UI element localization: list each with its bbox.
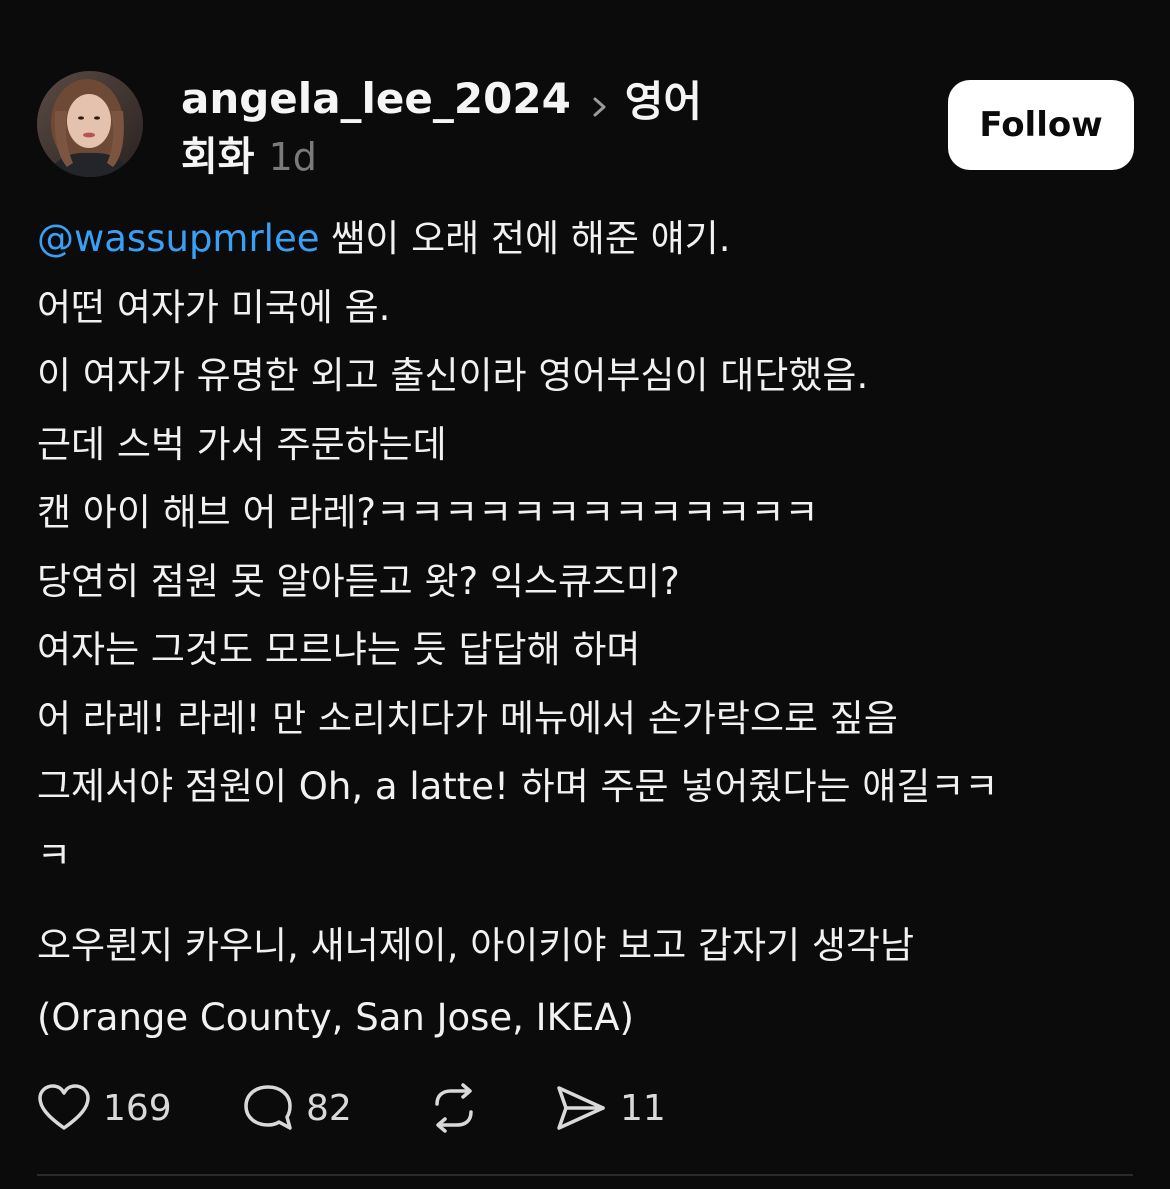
topic-tag[interactable]: 영어 — [625, 68, 702, 129]
post-line-text: 쌤이 오래 전에 해준 얘기. — [319, 217, 731, 260]
like-button[interactable]: 169 — [37, 1078, 172, 1138]
follow-button[interactable]: Follow — [948, 80, 1134, 170]
repost-icon — [435, 1083, 473, 1133]
topic-tag-continued[interactable]: 회화 — [181, 124, 255, 182]
post-line: 당연히 점원 못 알아듣고 왓? 익스큐즈미? — [37, 559, 680, 603]
chevron-right-icon — [589, 83, 611, 117]
mention-link[interactable]: @wassupmrlee — [37, 217, 320, 260]
post-line: 오우륀지 카우니, 새너제이, 아이키야 보고 갑자기 생각남 — [37, 924, 915, 967]
share-count: 11 — [620, 1087, 666, 1129]
action-bar: 169 82 11 — [37, 1078, 737, 1138]
cropped-top-decoration: • • • • — [470, 0, 700, 6]
post-line: (Orange County, San Jose, IKEA) — [37, 996, 634, 1039]
send-icon — [557, 1086, 605, 1130]
post-line: @wassupmrlee 쌤이 오래 전에 해준 얘기. — [37, 205, 1137, 274]
reply-button[interactable]: 82 — [242, 1078, 352, 1138]
post-line: 캔 아이 해브 어 라레?ㅋㅋㅋㅋㅋㅋㅋㅋㅋㅋㅋㅋㅋ — [37, 491, 819, 534]
post-line: 근데 스벅 가서 주문하는데 — [37, 422, 447, 466]
post-header: angela_lee_2024 영어 회화 1d — [181, 70, 741, 181]
divider — [37, 1174, 1133, 1176]
comment-bubble-icon — [244, 1085, 292, 1130]
post-line: 여자는 그것도 모르냐는 듯 답답해 하며 — [37, 628, 641, 671]
post-line: 그제서야 점원이 Oh, a latte! 하며 주문 넣어줬다는 얘길ㅋㅋ — [37, 765, 999, 808]
post-line: 어 라레! 라레! 만 소리치다가 메뉴에서 손가락으로 짚음 — [37, 696, 898, 740]
topic-time-line: 회화 1d — [181, 124, 741, 180]
avatar[interactable] — [37, 71, 143, 177]
post-line: 이 여자가 유명한 외고 출신이라 영어부심이 대단했음. — [37, 354, 869, 397]
post-text-paragraph-2: 오우륀지 카우니, 새너제이, 아이키야 보고 갑자기 생각남 (Orange … — [37, 910, 1137, 1054]
reply-count: 82 — [306, 1087, 352, 1129]
author-username[interactable]: angela_lee_2024 — [181, 74, 571, 123]
repost-button[interactable] — [427, 1078, 481, 1138]
like-count: 169 — [103, 1087, 172, 1129]
heart-icon — [38, 1084, 90, 1130]
share-button[interactable]: 11 — [554, 1078, 666, 1138]
post-timestamp: 1d — [268, 135, 317, 179]
avatar-photo — [37, 71, 143, 177]
author-line: angela_lee_2024 영어 — [181, 70, 741, 126]
post-line: ㅋ — [37, 833, 72, 877]
post-text: @wassupmrlee 쌤이 오래 전에 해준 얘기. 어떤 여자가 미국에 … — [37, 205, 1137, 890]
post-line: 어떤 여자가 미국에 옴. — [37, 285, 391, 329]
